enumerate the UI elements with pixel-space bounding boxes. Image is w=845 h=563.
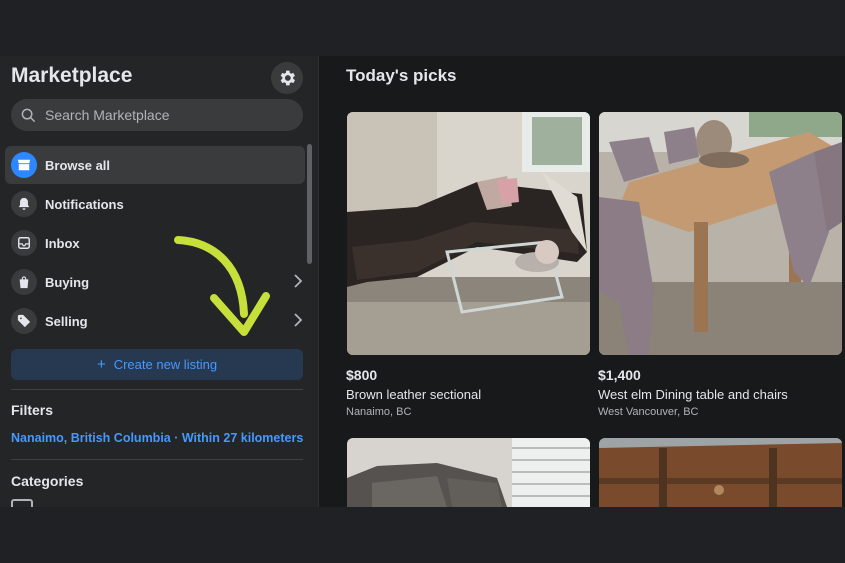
sidebar-item-label: Inbox xyxy=(45,235,80,251)
price-tag-icon xyxy=(11,308,37,334)
listing-location: West Vancouver, BC xyxy=(598,406,699,418)
annotation-arrow-icon xyxy=(174,236,270,336)
create-new-listing-button[interactable]: + Create new listing xyxy=(11,349,303,380)
storefront-icon xyxy=(11,152,37,178)
divider xyxy=(11,389,303,390)
sidebar: Marketplace Browse all Notifications xyxy=(0,56,319,507)
plus-icon: + xyxy=(96,356,106,373)
vehicle-category-icon xyxy=(11,499,33,507)
gear-icon xyxy=(280,70,295,86)
listing-price: $1,400 xyxy=(598,367,641,383)
settings-button[interactable] xyxy=(271,62,303,94)
main-content: Today's picks $800 Brown leather section… xyxy=(319,56,845,507)
sidebar-item-notifications[interactable]: Notifications xyxy=(5,185,305,223)
listing-photo[interactable] xyxy=(599,112,842,355)
listing-photo[interactable] xyxy=(599,438,842,507)
search-bar[interactable] xyxy=(11,99,303,131)
chevron-right-icon xyxy=(294,274,303,288)
shopping-bag-icon xyxy=(11,269,37,295)
sidebar-scrollbar[interactable] xyxy=(307,144,312,264)
listing-price: $800 xyxy=(346,367,378,383)
listing-title[interactable]: West elm Dining table and chairs xyxy=(598,387,788,402)
search-input[interactable] xyxy=(43,106,287,124)
listing-location: Nanaimo, BC xyxy=(346,406,412,418)
inbox-icon xyxy=(11,230,37,256)
sidebar-item-label: Buying xyxy=(45,274,90,290)
sidebar-item-label: Selling xyxy=(45,313,88,329)
filters-heading: Filters xyxy=(11,402,54,418)
todays-picks-heading: Today's picks xyxy=(346,66,457,85)
bell-icon xyxy=(11,191,37,217)
chevron-right-icon xyxy=(294,313,303,327)
listing-photo[interactable] xyxy=(347,112,590,355)
listing-photo[interactable] xyxy=(347,438,590,507)
listing-title[interactable]: Brown leather sectional xyxy=(346,387,481,402)
sidebar-item-label: Notifications xyxy=(45,196,124,212)
sidebar-item-label: Browse all xyxy=(45,157,111,173)
page-title: Marketplace xyxy=(11,64,133,87)
marketplace-window: Marketplace Browse all Notifications xyxy=(0,56,845,507)
create-listing-label: Create new listing xyxy=(113,357,218,372)
search-icon xyxy=(21,107,37,123)
divider xyxy=(11,459,303,460)
sidebar-item-browse-all[interactable]: Browse all xyxy=(5,146,305,184)
categories-heading: Categories xyxy=(11,473,84,489)
location-filter-link[interactable]: Nanaimo, British Columbia · Within 27 ki… xyxy=(11,431,303,445)
